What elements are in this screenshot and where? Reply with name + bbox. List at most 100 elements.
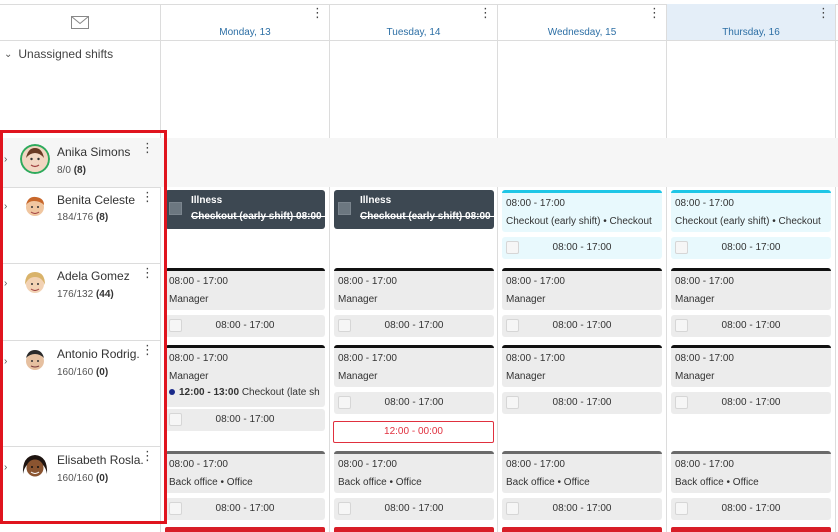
expand-chevron-icon[interactable]: › xyxy=(4,462,7,473)
time-entry-label: 08:00 - 17:00 xyxy=(215,320,275,331)
shift-card[interactable]: 08:00 - 17:00 Manager xyxy=(502,268,662,310)
shift-card[interactable]: 08:00 - 17:00 Back office • Office xyxy=(334,451,494,493)
shift-time: 08:00 - 17:00 xyxy=(506,353,565,364)
expand-chevron-icon[interactable]: › xyxy=(4,154,7,165)
time-entry-checkbox[interactable] xyxy=(506,502,519,515)
day-menu-icon[interactable]: ⋮ xyxy=(648,6,661,19)
employee-name: Elisabeth Rosla. xyxy=(57,453,144,467)
day-label: Tuesday, 14 xyxy=(386,27,441,38)
shift-card[interactable]: 08:00 - 17:00 Manager xyxy=(671,268,831,310)
shift-card[interactable]: 08:00 - 17:00 Checkout (early shift) • C… xyxy=(502,190,662,232)
employee-hours: 160/160 (0) xyxy=(57,473,109,484)
employee-menu-icon[interactable]: ⋮ xyxy=(141,140,154,156)
time-entry-checkbox[interactable] xyxy=(169,413,182,426)
employee-menu-icon[interactable]: ⋮ xyxy=(141,448,154,464)
shift-time-entry[interactable]: 08:00 - 17:00 xyxy=(165,315,325,337)
shift-card[interactable]: 08:00 - 17:00 Manager xyxy=(502,345,662,387)
shift-time-entry[interactable]: 08:00 - 17:00 xyxy=(502,315,662,337)
time-entry-checkbox[interactable] xyxy=(675,396,688,409)
absence-card[interactable]: Illness Checkout (early shift) 08:00 - xyxy=(165,190,325,229)
time-entry-checkbox[interactable] xyxy=(338,502,351,515)
shift-time: 08:00 - 17:00 xyxy=(338,459,397,470)
shift-card[interactable]: 08:00 - 17:00 Back office • Office xyxy=(165,451,325,493)
time-entry-checkbox[interactable] xyxy=(169,502,182,515)
time-entry-label: 08:00 - 17:00 xyxy=(721,242,781,253)
absence-detail: Checkout (early shift) 08:00 - xyxy=(360,211,494,222)
unassigned-shifts-toggle[interactable]: ⌄ Unassigned shifts xyxy=(4,47,113,61)
day-header-wednesday[interactable]: ⋮ Wednesday, 15 xyxy=(498,4,666,40)
shift-time: 08:00 - 17:00 xyxy=(169,459,228,470)
shift-role: Back office • Office xyxy=(169,477,253,488)
day-menu-icon[interactable]: ⋮ xyxy=(479,6,492,19)
time-entry-checkbox[interactable] xyxy=(675,241,688,254)
expand-chevron-icon[interactable]: › xyxy=(4,356,7,367)
shift-card[interactable]: 08:00 - 17:00 Manager xyxy=(671,345,831,387)
day-menu-icon[interactable]: ⋮ xyxy=(311,6,324,19)
time-entry-label: 08:00 - 17:00 xyxy=(552,242,612,253)
break-time: 12:00 - 13:00 xyxy=(179,387,240,398)
time-entry-checkbox[interactable] xyxy=(506,396,519,409)
shift-time-entry[interactable]: 08:00 - 17:00 xyxy=(334,392,494,414)
open-shift-slot[interactable]: 12:00 - 00:00 xyxy=(333,421,494,443)
absence-checkbox[interactable] xyxy=(338,202,351,215)
time-entry-checkbox[interactable] xyxy=(338,396,351,409)
time-entry-label: 08:00 - 17:00 xyxy=(384,320,444,331)
shift-time-entry[interactable]: 08:00 - 17:00 xyxy=(334,498,494,520)
time-entry-label: 08:00 - 17:00 xyxy=(384,503,444,514)
chevron-down-icon: ⌄ xyxy=(4,48,13,60)
employee-name: Anika Simons xyxy=(57,145,131,159)
shift-time-entry[interactable]: 08:00 - 17:00 xyxy=(671,392,831,414)
employee-row-antonio[interactable]: › Antonio Rodrig. 160/160 (0) ⋮ xyxy=(0,340,160,446)
shift-card[interactable]: 08:00 - 17:00 Manager xyxy=(165,268,325,310)
day-header-monday[interactable]: ⋮ Monday, 13 xyxy=(161,4,329,40)
shift-card[interactable]: 08:00 - 17:00 Manager xyxy=(334,268,494,310)
next-row-shift-edge xyxy=(502,527,662,532)
employee-row-anika[interactable]: › Anika Simons 8/0 (8) ⋮ xyxy=(0,138,160,187)
shift-time-entry[interactable]: 08:00 - 17:00 xyxy=(165,498,325,520)
time-entry-label: 08:00 - 17:00 xyxy=(721,503,781,514)
time-entry-checkbox[interactable] xyxy=(675,502,688,515)
avatar xyxy=(21,347,49,375)
day-menu-icon[interactable]: ⋮ xyxy=(817,6,830,19)
employee-menu-icon[interactable]: ⋮ xyxy=(141,265,154,281)
shift-time-entry[interactable]: 08:00 - 17:00 xyxy=(502,392,662,414)
shift-card[interactable]: 08:00 - 17:00 Manager xyxy=(334,345,494,387)
time-entry-checkbox[interactable] xyxy=(506,241,519,254)
time-entry-label: 08:00 - 17:00 xyxy=(552,320,612,331)
time-entry-checkbox[interactable] xyxy=(338,319,351,332)
employee-menu-icon[interactable]: ⋮ xyxy=(141,189,154,205)
time-entry-checkbox[interactable] xyxy=(506,319,519,332)
shift-time: 08:00 - 17:00 xyxy=(675,459,734,470)
absence-card[interactable]: Illness Checkout (early shift) 08:00 - xyxy=(334,190,494,229)
shift-time-entry[interactable]: 08:00 - 17:00 xyxy=(671,498,831,520)
absence-checkbox[interactable] xyxy=(169,202,182,215)
employee-name: Adela Gomez xyxy=(57,269,130,283)
employee-row-benita[interactable]: › Benita Celeste 184/176 (8) ⋮ xyxy=(0,187,160,263)
shift-time-entry[interactable]: 08:00 - 17:00 xyxy=(502,498,662,520)
shift-time-entry[interactable]: 08:00 - 17:00 xyxy=(671,237,831,259)
day-label: Thursday, 16 xyxy=(722,27,780,38)
shift-time-entry[interactable]: 08:00 - 17:00 xyxy=(165,409,325,431)
time-entry-checkbox[interactable] xyxy=(169,319,182,332)
break-entry[interactable]: 12:00 - 13:00 Checkout (late sh xyxy=(169,387,323,398)
shift-time-entry[interactable]: 08:00 - 17:00 xyxy=(334,315,494,337)
employee-hours: 160/160 (0) xyxy=(57,367,109,378)
day-header-thursday[interactable]: ⋮ Thursday, 16 xyxy=(667,4,835,40)
employee-row-adela[interactable]: › Adela Gomez 176/132 (44) ⋮ xyxy=(0,263,160,340)
shift-time-entry[interactable]: 08:00 - 17:00 xyxy=(671,315,831,337)
shift-card[interactable]: 08:00 - 17:00 Back office • Office xyxy=(502,451,662,493)
shift-time-entry[interactable]: 08:00 - 17:00 xyxy=(502,237,662,259)
shift-card[interactable]: 08:00 - 17:00 Back office • Office xyxy=(671,451,831,493)
employee-menu-icon[interactable]: ⋮ xyxy=(141,342,154,358)
shift-role: Checkout (early shift) • Checkout xyxy=(675,216,821,227)
expand-chevron-icon[interactable]: › xyxy=(4,278,7,289)
time-entry-checkbox[interactable] xyxy=(675,319,688,332)
break-label: Checkout (late sh xyxy=(241,387,320,398)
time-entry-label: 08:00 - 17:00 xyxy=(552,503,612,514)
day-header-tuesday[interactable]: ⋮ Tuesday, 14 xyxy=(330,4,497,40)
envelope-icon[interactable] xyxy=(71,15,89,29)
expand-chevron-icon[interactable]: › xyxy=(4,201,7,212)
employee-row-elisabeth[interactable]: › Elisabeth Rosla. 160/160 (0) ⋮ xyxy=(0,446,160,526)
shift-card[interactable]: 08:00 - 17:00 Checkout (early shift) • C… xyxy=(671,190,831,232)
column-divider xyxy=(160,4,161,532)
